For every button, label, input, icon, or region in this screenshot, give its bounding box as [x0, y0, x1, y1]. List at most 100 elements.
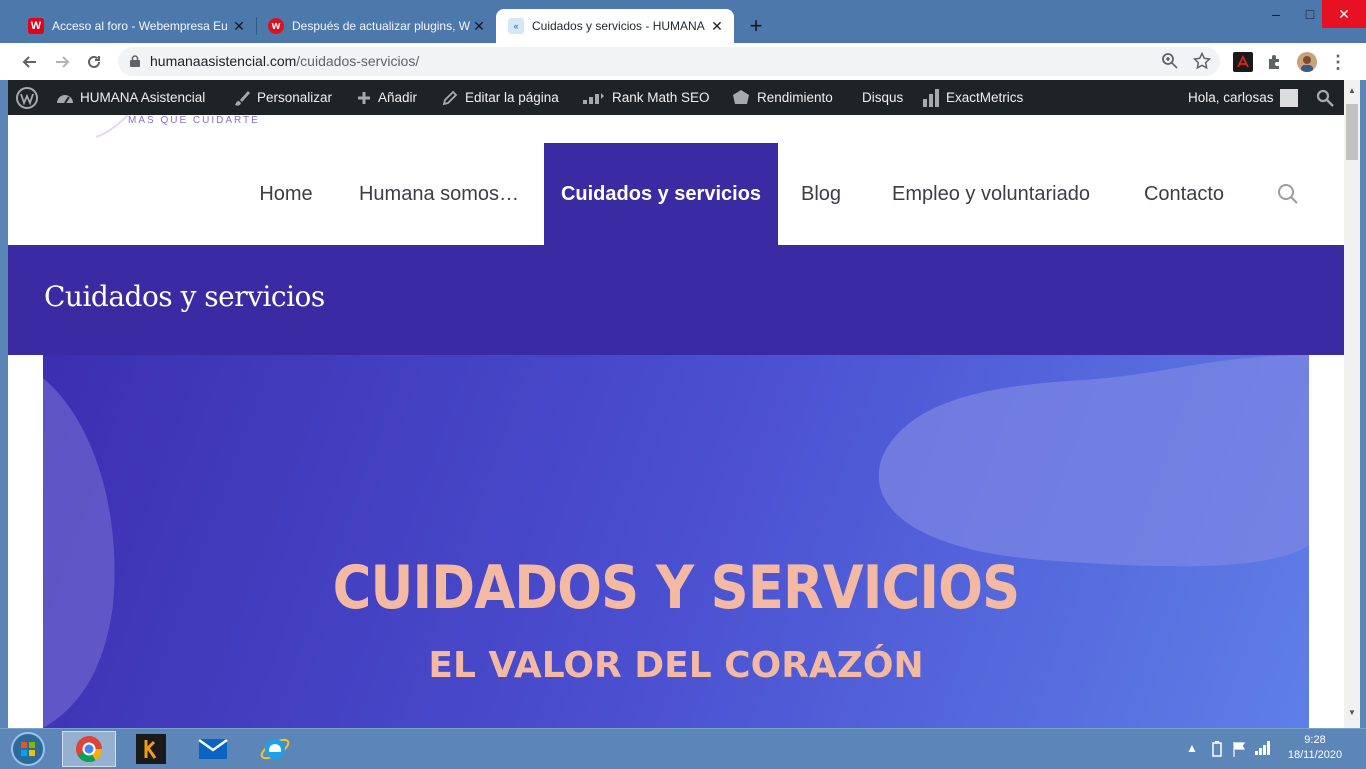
nav-item-empleo-voluntariado[interactable]: Empleo y voluntariado: [874, 143, 1108, 245]
extensions-puzzle-icon[interactable]: [1265, 52, 1285, 72]
new-tab-button[interactable]: +: [744, 13, 768, 38]
admin-bar-label: ExactMetrics: [946, 90, 1024, 105]
start-button[interactable]: [0, 731, 56, 767]
lock-icon: [130, 55, 140, 67]
forward-arrow-icon: [56, 56, 70, 68]
taskbar-kindle[interactable]: [124, 731, 178, 767]
battery-icon[interactable]: [1212, 741, 1222, 760]
admin-bar-disqus[interactable]: Disqus: [862, 80, 903, 115]
admin-bar-label: Añadir: [378, 90, 418, 105]
webempresa-icon: W: [28, 18, 44, 34]
page-scrollbar[interactable]: ▲ ▼: [1344, 80, 1360, 728]
mail-icon: [198, 738, 228, 759]
pencil-icon: [441, 89, 459, 107]
scroll-up-arrow-icon[interactable]: ▲: [1344, 82, 1360, 98]
taskbar-chrome[interactable]: [62, 731, 116, 767]
bookmark-star-icon[interactable]: [1192, 51, 1212, 75]
tab-title: Acceso al foro - Webempresa Eu: [52, 19, 228, 33]
internet-explorer-icon: [260, 738, 290, 760]
clock-time: 9:28: [1304, 734, 1326, 746]
close-tab-icon[interactable]: ✕: [230, 17, 248, 35]
close-tab-icon[interactable]: ✕: [708, 17, 726, 35]
web-page: MÁS QUE CUIDARTE Home Humana somos… Cuid…: [8, 115, 1344, 728]
chrome-menu-icon[interactable]: ⋮: [1328, 52, 1348, 72]
tab-title: Después de actualizar plugins, W: [292, 19, 470, 33]
user-avatar-icon: [1279, 88, 1298, 107]
hero-subtitle: EL VALOR DEL CORAZÓN: [428, 645, 924, 686]
page-title-band: Cuidados y servicios: [8, 245, 1344, 355]
brush-icon: [233, 89, 251, 107]
nav-item-contacto[interactable]: Contacto: [1126, 143, 1242, 245]
close-window-button[interactable]: ✕: [1322, 0, 1366, 28]
address-bar[interactable]: humanaasistencial.com/cuidados-servicios…: [118, 47, 1220, 76]
admin-bar-greeting: Hola, carlosas: [1188, 90, 1274, 105]
rank-math-icon: [582, 90, 606, 106]
admin-bar-label: HUMANA Asistencial: [80, 90, 206, 105]
kindle-icon: [136, 734, 166, 764]
wp-admin-bar: HUMANA Asistencial Personalizar Añadir E…: [8, 80, 1344, 115]
browser-tab-strip: W Acceso al foro - Webempresa Eu ✕ w Des…: [0, 0, 1366, 43]
url-path: /cuidados-servicios/: [296, 53, 420, 69]
network-signal-icon[interactable]: [1255, 741, 1271, 758]
admin-bar-edit-page[interactable]: Editar la página: [441, 80, 559, 115]
admin-bar-label: Editar la página: [465, 90, 559, 105]
nav-item-humana-somos[interactable]: Humana somos…: [344, 143, 534, 245]
admin-bar-label: Disqus: [862, 90, 904, 105]
wp-logo-menu[interactable]: [16, 80, 38, 115]
dashboard-icon: [56, 90, 74, 106]
browser-tab-3-active[interactable]: « Cuidados y servicios - HUMANA ✕: [496, 9, 734, 43]
plus-icon: [356, 90, 372, 106]
system-clock[interactable]: 9:28 18/11/2020: [1280, 733, 1350, 763]
bar-chart-icon: [922, 88, 940, 107]
taskbar-mail[interactable]: [186, 731, 240, 767]
admin-bar-exactmetrics[interactable]: ExactMetrics: [922, 80, 1023, 115]
logo-tagline: MÁS QUE CUIDARTE: [128, 115, 260, 126]
admin-bar-performance[interactable]: Rendimiento: [731, 80, 833, 115]
wordpress-icon: [16, 86, 38, 109]
nav-item-home[interactable]: Home: [236, 143, 336, 245]
admin-bar-label: Rendimiento: [757, 90, 833, 105]
admin-bar-add-new[interactable]: Añadir: [356, 80, 417, 115]
clock-date: 18/11/2020: [1287, 749, 1343, 761]
profile-avatar-icon[interactable]: [1297, 52, 1317, 72]
browser-tab-1[interactable]: W Acceso al foro - Webempresa Eu ✕: [16, 9, 256, 43]
hero-banner: CUIDADOS Y SERVICIOS EL VALOR DEL CORAZÓ…: [43, 355, 1309, 728]
page-title: Cuidados y servicios: [44, 280, 325, 313]
forward-button[interactable]: [49, 49, 75, 75]
back-arrow-icon: [22, 56, 36, 68]
pdf-extension-icon[interactable]: [1233, 52, 1253, 72]
nav-item-cuidados-servicios[interactable]: Cuidados y servicios: [544, 143, 778, 245]
main-navigation: Home Humana somos… Cuidados y servicios …: [8, 143, 1344, 245]
zoom-icon[interactable]: [1161, 52, 1179, 75]
reload-icon: [88, 55, 100, 68]
windows-taskbar: ▲ 9:28 18/11/2020: [0, 728, 1366, 769]
chrome-icon: [76, 736, 103, 763]
admin-bar-site-name[interactable]: HUMANA Asistencial: [56, 80, 205, 115]
scrollbar-thumb[interactable]: [1346, 104, 1358, 160]
nav-item-blog[interactable]: Blog: [786, 143, 856, 245]
webempresa-round-icon: w: [268, 18, 284, 34]
site-favicon-icon: «: [508, 18, 524, 34]
admin-bar-rank-math[interactable]: Rank Math SEO: [582, 80, 710, 115]
back-button[interactable]: [17, 49, 43, 75]
admin-bar-label: Rank Math SEO: [612, 90, 710, 105]
url-host: humanaasistencial.com: [150, 53, 297, 69]
search-icon: [1316, 89, 1334, 107]
tray-show-hidden-icon[interactable]: ▲: [1186, 741, 1198, 755]
browser-tab-2[interactable]: w Después de actualizar plugins, W ✕: [256, 9, 496, 43]
hero-title: CUIDADOS Y SERVICIOS: [332, 553, 1021, 623]
url-text: humanaasistencial.com/cuidados-servicios…: [150, 53, 419, 69]
browser-toolbar: humanaasistencial.com/cuidados-servicios…: [0, 43, 1366, 80]
search-icon[interactable]: [1276, 182, 1300, 206]
admin-bar-customize[interactable]: Personalizar: [233, 80, 332, 115]
close-tab-icon[interactable]: ✕: [470, 17, 488, 35]
windows-start-orb-icon: [11, 732, 45, 766]
tab-title: Cuidados y servicios - HUMANA: [532, 19, 705, 33]
taskbar-internet-explorer[interactable]: [248, 731, 302, 767]
reload-button[interactable]: [81, 49, 107, 75]
scroll-down-arrow-icon[interactable]: ▼: [1344, 704, 1360, 720]
admin-bar-account[interactable]: Hola, carlosas: [1188, 80, 1298, 115]
action-center-flag-icon[interactable]: [1232, 741, 1246, 760]
admin-bar-label: Personalizar: [257, 90, 333, 105]
admin-bar-search[interactable]: [1316, 80, 1334, 115]
